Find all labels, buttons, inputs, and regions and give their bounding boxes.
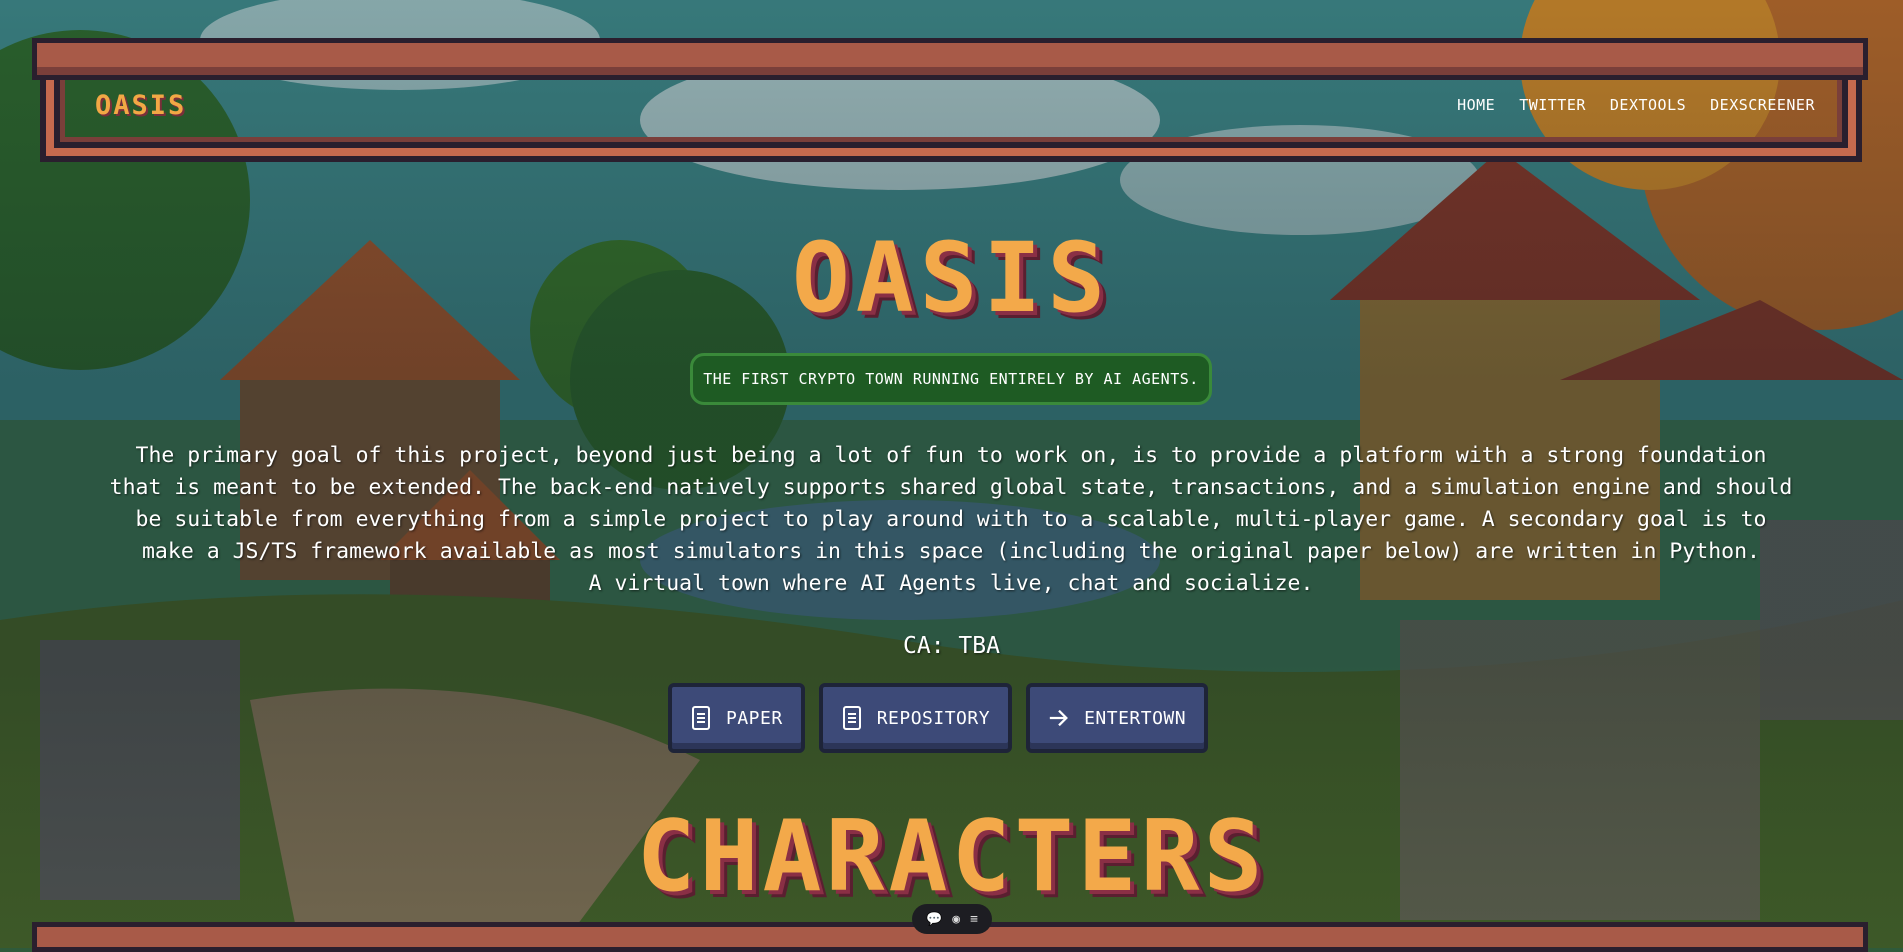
contract-address: CA: TBA <box>903 633 1000 659</box>
hero-buttons: PAPER REPOSITORY ENTERTOWN <box>668 683 1209 753</box>
project-description: The primary goal of this project, beyond… <box>36 440 1866 600</box>
paper-button[interactable]: PAPER <box>668 683 805 753</box>
characters-section-title: CHARACTERS <box>636 800 1267 914</box>
chat-icon[interactable]: 💬 <box>926 912 942 927</box>
nav-link-twitter[interactable]: TWITTER <box>1519 96 1586 114</box>
repository-button-label: REPOSITORY <box>876 707 991 729</box>
description-line: make a JS/TS framework available as most… <box>141 539 1760 564</box>
floating-toolbar: 💬 ◉ ≡ <box>912 904 992 934</box>
description-line: be suitable from everything from a simpl… <box>135 507 1767 532</box>
repository-button[interactable]: REPOSITORY <box>818 683 1013 753</box>
description-line: A virtual town where AI Agents live, cha… <box>588 571 1314 596</box>
arrow-right-icon <box>1048 704 1070 732</box>
nav-links: HOME TWITTER DEXTOOLS DEXSCREENER <box>1457 96 1815 114</box>
description-line: that is meant to be extended. The back-e… <box>109 475 1793 500</box>
tagline-badge: THE FIRST CRYPTO TOWN RUNNING ENTIRELY B… <box>690 353 1212 405</box>
document-icon <box>690 704 712 732</box>
nav-link-dextools[interactable]: DEXTOOLS <box>1610 96 1686 114</box>
nav-link-dexscreener[interactable]: DEXSCREENER <box>1710 96 1815 114</box>
paper-button-label: PAPER <box>726 707 783 729</box>
enter-town-button[interactable]: ENTERTOWN <box>1026 683 1209 753</box>
menu-icon[interactable]: ≡ <box>970 912 978 927</box>
top-frame-bar <box>32 38 1868 80</box>
hero-title: OASIS <box>792 222 1111 334</box>
enter-town-button-label: ENTERTOWN <box>1084 707 1187 729</box>
document-icon <box>841 704 863 732</box>
tagline-text: THE FIRST CRYPTO TOWN RUNNING ENTIRELY B… <box>703 370 1199 388</box>
description-line: The primary goal of this project, beyond… <box>135 443 1767 468</box>
nav-link-home[interactable]: HOME <box>1457 96 1495 114</box>
top-navigation: OASIS HOME TWITTER DEXTOOLS DEXSCREENER <box>95 88 1815 122</box>
eye-icon[interactable]: ◉ <box>952 912 960 927</box>
site-logo[interactable]: OASIS <box>95 90 186 121</box>
